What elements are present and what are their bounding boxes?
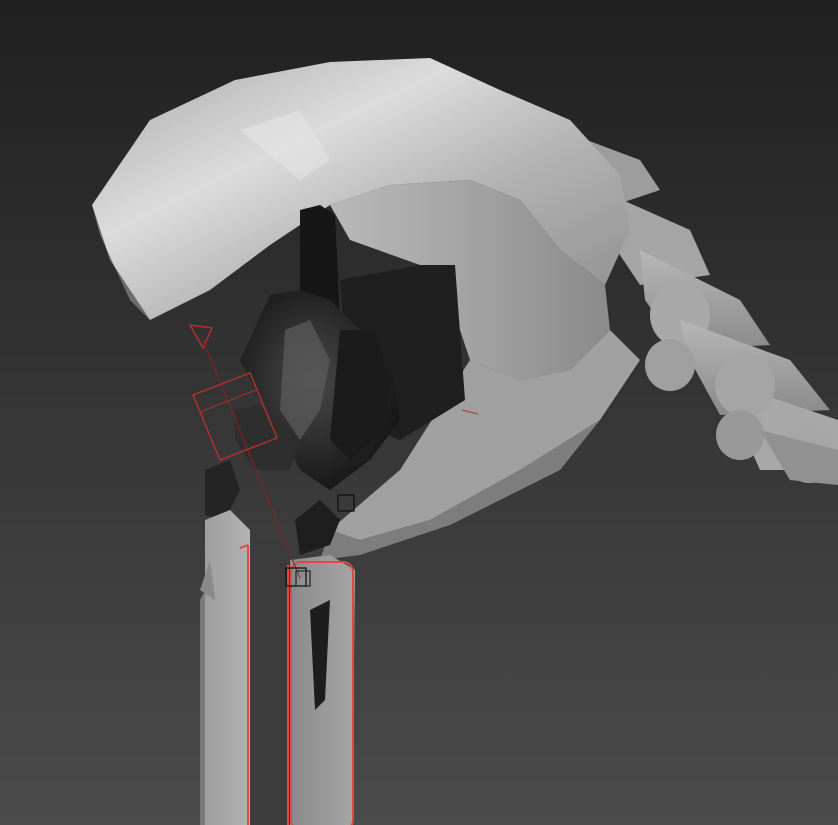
3d-viewport[interactable] bbox=[0, 0, 838, 825]
neck-gap bbox=[250, 540, 290, 825]
neck-front[interactable] bbox=[200, 510, 250, 825]
viewport-canvas[interactable] bbox=[0, 0, 838, 825]
